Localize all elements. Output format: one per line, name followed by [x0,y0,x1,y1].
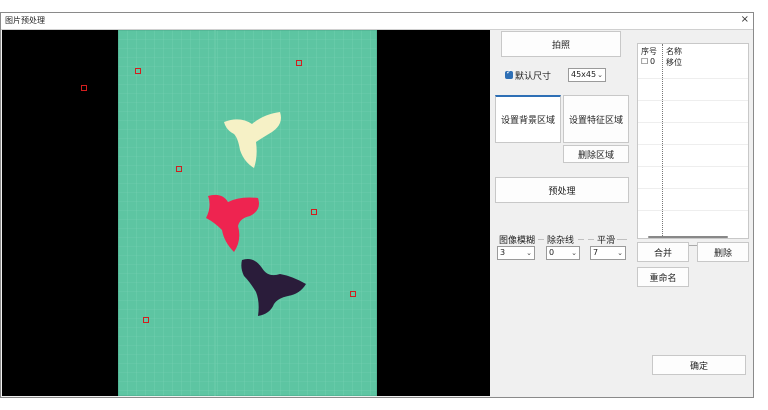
close-icon[interactable]: × [741,14,749,26]
delete-region-button[interactable]: 删除区域 [563,145,629,163]
region-list[interactable]: 序号 名称 ☐ 0 移位 [637,43,749,239]
row-name: 移位 [666,58,682,67]
size-value: 45x45 [571,70,597,79]
chevron-down-icon: ⌄ [571,249,577,257]
blur-label: 图像模糊 [499,236,536,246]
list-row-line [638,78,748,79]
region-marker[interactable] [296,60,302,66]
region-marker[interactable] [176,166,182,172]
row-checkbox-icon[interactable]: ☐ [641,57,648,66]
blur-group-line [538,239,544,240]
horizontal-scrollbar[interactable] [648,236,728,238]
preprocess-button[interactable]: 预处理 [495,177,629,203]
region-marker[interactable] [135,68,141,74]
region-marker[interactable] [350,291,356,297]
window-title: 图片预处理 [5,16,45,25]
confirm-button[interactable]: 确定 [652,355,746,375]
chevron-down-icon: ⌄ [526,249,532,257]
row-index: 0 [650,57,656,66]
chevron-down-icon: ⌄ [597,71,603,79]
title-bar: 图片预处理 × [1,13,753,30]
list-row-line [638,122,748,123]
blur-value: 3 [500,248,506,257]
region-marker[interactable] [311,209,317,215]
shape-cream [224,112,281,168]
board-image [118,30,377,396]
smooth-label: 平滑 [597,236,616,246]
region-marker[interactable] [81,85,87,91]
smooth-select[interactable]: 7 ⌄ [590,246,626,260]
list-row-line [638,188,748,189]
smooth-value: 7 [593,248,599,257]
smooth-group-line-left [588,239,594,240]
list-column-divider [662,44,664,236]
region-marker[interactable] [143,317,149,323]
denoise-select[interactable]: 0 ⌄ [546,246,580,260]
capture-button[interactable]: 拍照 [501,31,621,57]
list-row-line [638,144,748,145]
list-row-line [638,210,748,211]
set-feature-region-button[interactable]: 设置特征区域 [563,95,629,143]
list-row-line [638,166,748,167]
delete-button[interactable]: 删除 [697,242,749,262]
list-header-index: 序号 [641,47,657,56]
smooth-group-line-right [617,239,627,240]
denoise-value: 0 [549,248,555,257]
rename-button[interactable]: 重命名 [637,267,689,287]
set-background-region-button[interactable]: 设置背景区域 [495,95,561,143]
merge-button[interactable]: 合并 [637,242,689,262]
list-header-name: 名称 [666,47,682,56]
denoise-group-line [578,239,584,240]
default-size-label: 默认尺寸 [515,72,552,82]
denoise-label: 除杂线 [547,236,575,246]
default-size-checkbox[interactable] [505,68,513,79]
image-viewport[interactable] [2,30,490,396]
shape-dark [241,259,306,316]
blur-select[interactable]: 3 ⌄ [497,246,535,260]
preprocess-window: 图片预处理 × 拍照 ✓ 默认尺寸 45x45 ⌄ 设置背景区域 设置特征区域 … [0,12,754,398]
shape-red [206,194,259,252]
chevron-down-icon: ⌄ [617,249,623,257]
list-row-line [638,100,748,101]
size-select[interactable]: 45x45 ⌄ [568,68,606,82]
